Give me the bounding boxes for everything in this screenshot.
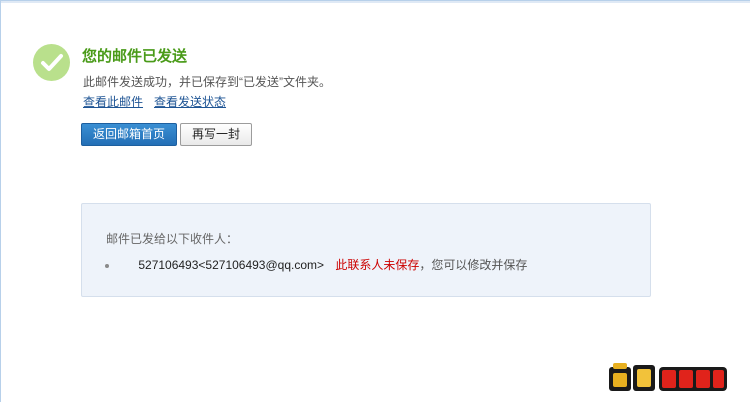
status-message: 此邮件发送成功，并已保存到“已发送”文件夹。 [83,75,331,89]
checkmark-circle-icon [33,44,70,81]
bullet-icon [105,263,109,268]
back-to-inbox-button[interactable]: 返回邮箱首页 [81,123,177,146]
view-mail-link[interactable]: 查看此邮件 [83,93,143,110]
site-logo [607,357,731,395]
recipient-address: 527106493<527106493@qq.com> [138,258,325,272]
page-title: 您的邮件已发送 [82,48,188,65]
mail-sent-page: 您的邮件已发送 此邮件发送成功，并已保存到“已发送”文件夹。 查看此邮件 查看发… [0,0,750,402]
recipient-item: 527106493<527106493@qq.com> 此联系人未保存，您可以修… [105,256,527,273]
recipients-heading: 邮件已发给以下收件人： [106,232,239,246]
compose-another-button[interactable]: 再写一封 [180,123,252,146]
save-contact-hint: ，您可以修改并保存 [419,258,528,272]
contact-unsaved-note: 此联系人未保存 [335,258,420,272]
top-border [1,1,750,3]
view-status-link[interactable]: 查看发送状态 [154,93,226,110]
recipients-panel: 邮件已发给以下收件人： 527106493<527106493@qq.com> … [81,203,651,297]
